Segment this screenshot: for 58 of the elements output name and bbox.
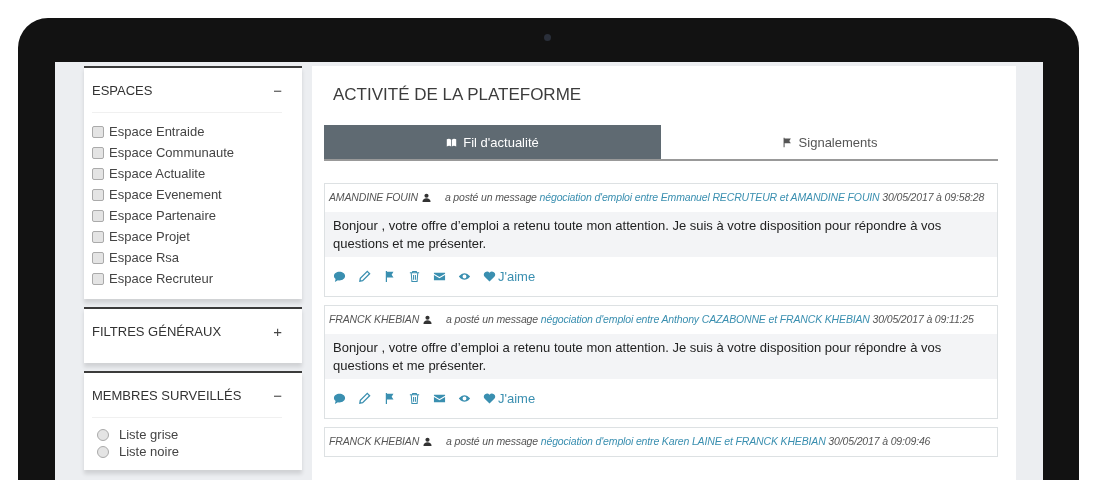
- eye-icon[interactable]: [458, 270, 471, 283]
- user-icon: [423, 437, 433, 446]
- heart-icon: [483, 270, 496, 283]
- radio-label: Liste grise: [119, 427, 179, 442]
- user-icon: [423, 315, 433, 324]
- tab[interactable]: Fil d'actualité: [324, 125, 661, 159]
- eye-icon[interactable]: [458, 392, 471, 405]
- user-icon: [421, 193, 431, 202]
- radio-button[interactable]: [97, 428, 109, 441]
- comment-icon[interactable]: [333, 392, 346, 405]
- toggle-button[interactable]: −: [273, 386, 282, 404]
- flag-icon: [781, 136, 793, 148]
- comment-icon[interactable]: [333, 270, 346, 283]
- trash-icon[interactable]: [408, 270, 421, 283]
- checkbox-label: Espace Rsa: [109, 250, 180, 265]
- message-text: Bonjour , votre offre d’emploi a retenu toute mon attention. Je suis à votre disposition pour répondre à vos questions et me présenter.: [325, 334, 997, 379]
- radio-button[interactable]: [97, 445, 109, 458]
- panel-title: FILTRES GÉNÉRAUX: [92, 323, 222, 339]
- conversation-link[interactable]: négociation d'emploi entre Karen LAINE et FRANCK KHEBIAN: [540, 435, 826, 447]
- checkbox[interactable]: [92, 209, 104, 222]
- flag-icon[interactable]: [383, 270, 396, 283]
- envelope-icon[interactable]: [433, 392, 446, 405]
- checkbox-label: Espace Communaute: [109, 145, 234, 160]
- checkbox[interactable]: [92, 230, 104, 243]
- radio-label: Liste noire: [119, 444, 179, 459]
- checkbox-label: Espace Entraide: [109, 124, 205, 139]
- checkbox[interactable]: [92, 251, 104, 264]
- camera-dot: [544, 34, 551, 41]
- envelope-icon[interactable]: [433, 270, 446, 283]
- checkbox-label: Espace Partenaire: [109, 208, 216, 223]
- checkbox-label: Espace Evenement: [109, 187, 222, 202]
- heart-icon: [483, 392, 496, 405]
- checkbox[interactable]: [92, 272, 104, 285]
- like-button[interactable]: J'aime: [483, 269, 536, 284]
- post-header: AMANDINE FOUIN a posté un message négociation d'emploi entre Emmanuel RECRUTEUR et AMANDINE FOUIN 30/05/2017 à 09:58:28: [327, 190, 986, 205]
- checkbox-label: Espace Projet: [109, 229, 190, 244]
- checkbox[interactable]: [92, 125, 104, 138]
- toggle-button[interactable]: +: [273, 322, 282, 340]
- post-header: FRANCK KHEBIAN a posté un message négociation d'emploi entre Anthony CAZABONNE et FRANCK KHEBIAN 30/05/2017 à 09:11:25: [328, 312, 975, 327]
- message-text: Bonjour , votre offre d’emploi a retenu toute mon attention. Je suis à votre disposition pour répondre à vos questions et me présenter.: [325, 212, 997, 257]
- book-icon: [446, 136, 458, 148]
- checkbox[interactable]: [92, 146, 104, 159]
- page-title: ACTIVITÉ DE LA PLATEFORME: [333, 85, 583, 106]
- conversation-link[interactable]: négociation d'emploi entre Emmanuel RECRUTEUR et AMANDINE FOUIN: [539, 191, 880, 203]
- post-header: FRANCK KHEBIAN a posté un message négociation d'emploi entre Karen LAINE et FRANCK KHEBIAN 30/05/2017 à 09:09:46: [328, 434, 932, 449]
- like-button[interactable]: J'aime: [483, 391, 536, 406]
- toggle-button[interactable]: −: [273, 81, 282, 99]
- pencil-icon[interactable]: [358, 392, 371, 405]
- panel-title: MEMBRES SURVEILLÉS: [92, 387, 242, 403]
- checkbox[interactable]: [92, 167, 104, 180]
- trash-icon[interactable]: [408, 392, 421, 405]
- panel-title: ESPACES: [92, 82, 153, 98]
- checkbox-label: Espace Recruteur: [109, 271, 214, 286]
- checkbox-label: Espace Actualite: [109, 166, 206, 181]
- checkbox[interactable]: [92, 188, 104, 201]
- pencil-icon[interactable]: [358, 270, 371, 283]
- flag-icon[interactable]: [383, 392, 396, 405]
- conversation-link[interactable]: négociation d'emploi entre Anthony CAZABONNE et FRANCK KHEBIAN: [540, 313, 870, 325]
